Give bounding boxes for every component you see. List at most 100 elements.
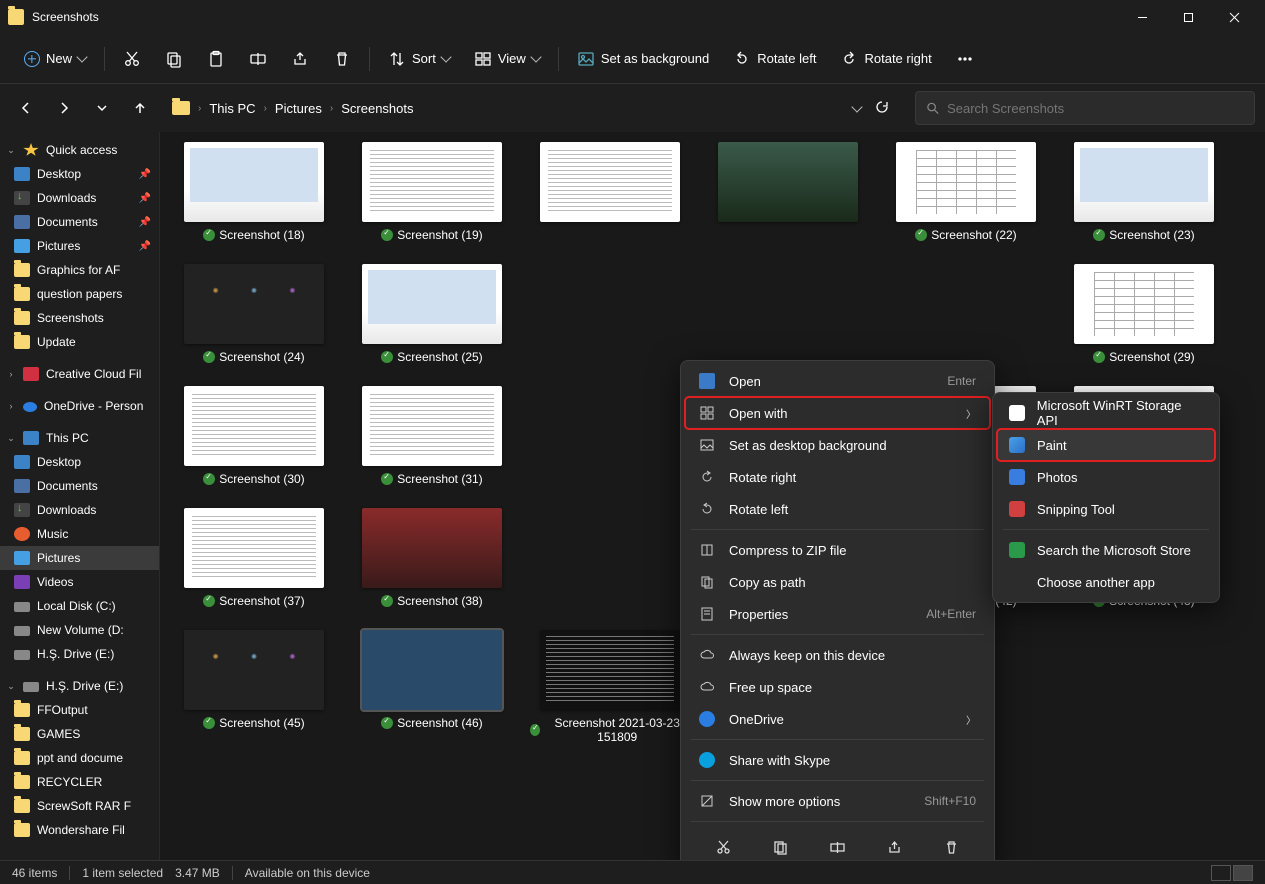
breadcrumb-screenshots[interactable]: Screenshots (341, 101, 413, 116)
ctx-copy-button[interactable] (764, 832, 798, 860)
maximize-button[interactable] (1165, 0, 1211, 34)
sidebar-pictures[interactable]: Pictures📌 (0, 234, 159, 258)
ctx-open-with[interactable]: Open with〉 (685, 397, 990, 429)
copy-button[interactable] (155, 42, 193, 76)
sidebar-question-papers[interactable]: question papers (0, 282, 159, 306)
paste-button[interactable] (197, 42, 235, 76)
file-item[interactable]: Screenshot (31) (352, 386, 512, 486)
thumbnails-view-button[interactable] (1233, 865, 1253, 881)
sidebar-ffoutput[interactable]: FFOutput (0, 698, 159, 722)
share-button[interactable] (281, 42, 319, 76)
submenu-search-store[interactable]: Search the Microsoft Store (997, 534, 1215, 566)
sidebar-creative-cloud[interactable]: ›Creative Cloud Fil (0, 362, 159, 386)
cut-button[interactable] (113, 42, 151, 76)
sidebar-pc-downloads[interactable]: Downloads (0, 498, 159, 522)
rename-button[interactable] (239, 42, 277, 76)
sidebar-pc-music[interactable]: Music (0, 522, 159, 546)
file-item[interactable] (530, 142, 690, 242)
ctx-share-button[interactable] (878, 832, 912, 860)
refresh-button[interactable] (875, 100, 889, 117)
file-item[interactable]: Screenshot (24) (174, 264, 334, 364)
new-button[interactable]: New (14, 42, 96, 76)
file-item[interactable] (530, 264, 690, 364)
breadcrumb-this-pc[interactable]: This PC (209, 101, 255, 116)
sidebar-pc-desktop[interactable]: Desktop (0, 450, 159, 474)
chevron-down-icon[interactable] (851, 101, 862, 112)
more-button[interactable] (946, 42, 984, 76)
sidebar-quick-access[interactable]: ⌄Quick access (0, 138, 159, 162)
file-item[interactable]: Screenshot 2021-03-23 151809 (530, 630, 690, 744)
file-item[interactable] (708, 264, 868, 364)
file-item[interactable]: Screenshot (19) (352, 142, 512, 242)
file-item[interactable]: Screenshot (30) (174, 386, 334, 486)
submenu-choose-another[interactable]: Choose another app (997, 566, 1215, 598)
file-item[interactable] (708, 142, 868, 242)
sidebar-pc-documents[interactable]: Documents (0, 474, 159, 498)
file-item[interactable]: Screenshot (37) (174, 508, 334, 608)
file-item-selected[interactable]: Screenshot (46) (352, 630, 512, 744)
address-bar[interactable]: › This PC › Pictures › Screenshots (162, 91, 909, 125)
sidebar-desktop[interactable]: Desktop📌 (0, 162, 159, 186)
ctx-delete-button[interactable] (935, 832, 969, 860)
file-item[interactable] (530, 508, 690, 608)
sidebar-documents[interactable]: Documents📌 (0, 210, 159, 234)
file-item[interactable]: Screenshot (25) (352, 264, 512, 364)
file-item[interactable]: Screenshot (22) (886, 142, 1046, 242)
ctx-rename-button[interactable] (821, 832, 855, 860)
submenu-snipping-tool[interactable]: Snipping Tool (997, 493, 1215, 525)
ctx-always-keep[interactable]: Always keep on this device (685, 639, 990, 671)
sidebar-this-pc[interactable]: ⌄This PC (0, 426, 159, 450)
ctx-open[interactable]: OpenEnter (685, 365, 990, 397)
breadcrumb-pictures[interactable]: Pictures (275, 101, 322, 116)
sort-button[interactable]: Sort (378, 42, 460, 76)
ctx-show-more[interactable]: Show more optionsShift+F10 (685, 785, 990, 817)
set-background-button[interactable]: Set as background (567, 42, 719, 76)
ctx-copy-path[interactable]: Copy as path (685, 566, 990, 598)
file-item[interactable] (530, 386, 690, 486)
recent-button[interactable] (86, 92, 118, 124)
minimize-button[interactable] (1119, 0, 1165, 34)
ctx-compress[interactable]: Compress to ZIP file (685, 534, 990, 566)
sidebar-pc-videos[interactable]: Videos (0, 570, 159, 594)
ctx-free-up[interactable]: Free up space (685, 671, 990, 703)
search-box[interactable] (915, 91, 1255, 125)
sidebar-graphics[interactable]: Graphics for AF (0, 258, 159, 282)
delete-button[interactable] (323, 42, 361, 76)
ctx-rotate-right[interactable]: Rotate right (685, 461, 990, 493)
file-grid[interactable]: Screenshot (18) Screenshot (19) Screensh… (160, 132, 1265, 860)
up-button[interactable] (124, 92, 156, 124)
sidebar-recycler[interactable]: RECYCLER (0, 770, 159, 794)
sidebar-local-disk-c[interactable]: Local Disk (C:) (0, 594, 159, 618)
sidebar-downloads[interactable]: Downloads📌 (0, 186, 159, 210)
details-view-button[interactable] (1211, 865, 1231, 881)
view-button[interactable]: View (464, 42, 550, 76)
ctx-onedrive[interactable]: OneDrive〉 (685, 703, 990, 735)
ctx-skype[interactable]: Share with Skype (685, 744, 990, 776)
ctx-properties[interactable]: PropertiesAlt+Enter (685, 598, 990, 630)
file-item[interactable]: Screenshot (29) (1064, 264, 1224, 364)
ctx-rotate-left[interactable]: Rotate left (685, 493, 990, 525)
submenu-photos[interactable]: Photos (997, 461, 1215, 493)
search-input[interactable] (947, 101, 1244, 116)
sidebar-screenshots[interactable]: Screenshots (0, 306, 159, 330)
sidebar-onedrive[interactable]: ›OneDrive - Person (0, 394, 159, 418)
sidebar-screwsoft[interactable]: ScrewSoft RAR F (0, 794, 159, 818)
submenu-winrt[interactable]: Microsoft WinRT Storage API (997, 397, 1215, 429)
file-item[interactable]: Screenshot (18) (174, 142, 334, 242)
sidebar-wondershare[interactable]: Wondershare Fil (0, 818, 159, 842)
rotate-left-button[interactable]: Rotate left (723, 42, 826, 76)
sidebar-pc-pictures[interactable]: Pictures (0, 546, 159, 570)
submenu-paint[interactable]: Paint (997, 429, 1215, 461)
sidebar-hs-drive-e[interactable]: H.Ş. Drive (E:) (0, 642, 159, 666)
rotate-right-button[interactable]: Rotate right (830, 42, 941, 76)
forward-button[interactable] (48, 92, 80, 124)
sidebar-hs-drive-e-2[interactable]: ⌄H.Ş. Drive (E:) (0, 674, 159, 698)
sidebar-games[interactable]: GAMES (0, 722, 159, 746)
sidebar-update[interactable]: Update (0, 330, 159, 354)
sidebar-new-volume-d[interactable]: New Volume (D: (0, 618, 159, 642)
file-item[interactable]: Screenshot (45) (174, 630, 334, 744)
close-button[interactable] (1211, 0, 1257, 34)
file-item[interactable] (886, 264, 1046, 364)
ctx-set-bg[interactable]: Set as desktop background (685, 429, 990, 461)
ctx-cut-button[interactable] (707, 832, 741, 860)
